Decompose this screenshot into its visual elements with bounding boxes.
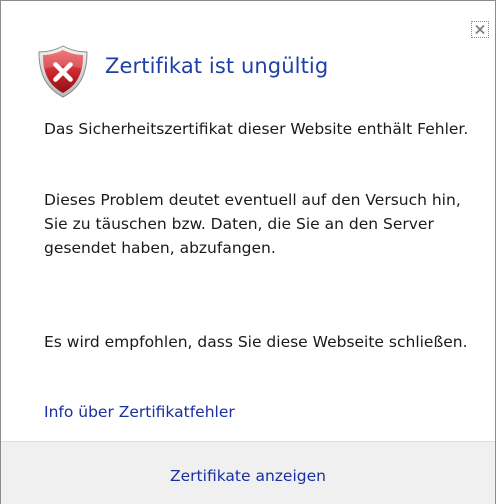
dialog-footer: Zertifikate anzeigen — [1, 441, 495, 504]
certificate-error-dialog: Zertifikat ist ungültig Das Sicherheitsz… — [0, 0, 496, 504]
close-button[interactable] — [471, 21, 489, 38]
warning-description: Dieses Problem deutet eventuell auf den … — [44, 191, 461, 257]
error-description: Das Sicherheitszertifikat dieser Website… — [44, 120, 469, 138]
dialog-title: Zertifikat ist ungültig — [105, 54, 329, 78]
close-icon — [475, 24, 485, 35]
recommendation-text: Es wird empfohlen, dass Sie diese Websei… — [44, 333, 468, 351]
view-certificates-link[interactable]: Zertifikate anzeigen — [1, 464, 495, 488]
certificate-error-info-link[interactable]: Info über Zertifikatfehler — [44, 400, 235, 424]
error-shield-icon — [36, 44, 90, 98]
